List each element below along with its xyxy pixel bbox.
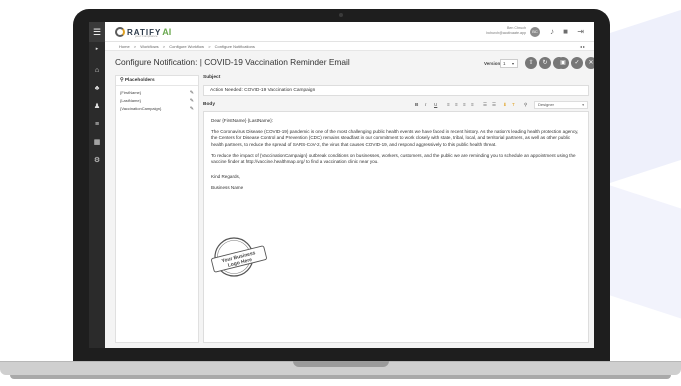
- placeholder-pin-icon[interactable]: ⚲: [524, 100, 527, 110]
- body-paragraph-1: The Coronavirus Disease (COVID-19) pande…: [211, 129, 579, 147]
- home-icon[interactable]: ⌂: [89, 66, 105, 76]
- menu-icon[interactable]: ☰: [89, 22, 105, 42]
- breadcrumb: Home > Workflows > Configure Workflow > …: [105, 42, 594, 51]
- sitemap-icon[interactable]: ♟: [89, 102, 105, 112]
- chart-icon[interactable]: ▦: [89, 138, 105, 148]
- version-label: Version: [484, 61, 501, 66]
- logout-icon[interactable]: ⇥: [577, 27, 584, 37]
- placeholders-panel: ⚲ Placeholders {FirstName} ✎ {LastName} …: [115, 75, 199, 343]
- body-toolbar: Body B I U ≡ ≡ ≡ ≡ ☰ ☰ ⬇ T ⚲ Designer ▾: [203, 100, 589, 110]
- chevron-down-icon: ▾: [582, 103, 584, 107]
- bullet-list-icon[interactable]: ☰: [483, 100, 487, 110]
- cogs-icon[interactable]: ⚙: [89, 156, 105, 166]
- breadcrumb-workflows[interactable]: Workflows: [140, 44, 158, 49]
- close-button[interactable]: ✕: [585, 57, 594, 69]
- breadcrumb-separator: >: [133, 44, 137, 49]
- body-signature: Business Name: [211, 185, 244, 191]
- placeholder-label: {FirstName}: [120, 90, 142, 95]
- designer-select[interactable]: Designer ▾: [534, 101, 588, 109]
- logo-mark: [115, 27, 125, 37]
- save-button[interactable]: ▣: [557, 57, 569, 69]
- breadcrumb-separator: >: [208, 44, 211, 49]
- color-picker-icon[interactable]: ⬇: [503, 100, 507, 110]
- camera-dot: [339, 13, 343, 17]
- expand-arrow-icon[interactable]: ▸: [89, 44, 105, 54]
- body-paragraph-2: To reduce the impact of {VaccinationCamp…: [211, 152, 576, 165]
- align-right-icon[interactable]: ≡: [463, 100, 466, 110]
- breadcrumb-configure-notifications: Configure Notifications: [214, 44, 255, 49]
- page-title-text: Configure Notification: | COVID-19 Vacci…: [115, 57, 350, 67]
- align-left-icon[interactable]: ≡: [447, 100, 450, 110]
- align-justify-icon[interactable]: ≡: [471, 100, 474, 110]
- breadcrumb-separator: >: [162, 44, 166, 49]
- placeholder-item[interactable]: {LastName} ✎: [116, 97, 198, 105]
- underline-button[interactable]: U: [434, 100, 437, 110]
- placeholder-item[interactable]: {VaccinationCampaign} ✎: [116, 105, 198, 113]
- bell-icon[interactable]: ♪: [550, 27, 554, 37]
- placeholder-item[interactable]: {FirstName} ✎: [116, 89, 198, 97]
- laptop-base-shadow: [10, 375, 671, 379]
- placeholder-label: {VaccinationCampaign}: [120, 106, 162, 111]
- page-title: Configure Notification: | COVID-19 Vacci…: [115, 57, 350, 67]
- users-icon[interactable]: ♣: [89, 84, 105, 94]
- top-bar: RATIFY AI your Compliance Ben Chruch bch…: [105, 22, 594, 42]
- edit-icon[interactable]: ✎: [190, 89, 194, 97]
- align-center-icon[interactable]: ≡: [455, 100, 458, 110]
- breadcrumb-home[interactable]: Home: [119, 44, 130, 49]
- laptop-screen: ☰ ▸ ⌂ ♣ ♟ ≡ ▦ ⚙ RATIFY AI your Complianc…: [89, 22, 594, 348]
- placeholders-header-label: Placeholders: [124, 78, 155, 83]
- edit-icon[interactable]: ✎: [190, 97, 194, 105]
- user-info[interactable]: Ben Chruch bchurch@acctivaate.app: [486, 26, 526, 36]
- scroll-arrows-icon[interactable]: ◂ ▸: [580, 42, 585, 51]
- confirm-button[interactable]: ✓: [571, 57, 583, 69]
- chat-icon[interactable]: ■: [563, 27, 568, 37]
- body-editor[interactable]: Dear {FirstName} {LastName}: The Coronav…: [203, 111, 589, 343]
- logo-tagline: your Compliance: [135, 34, 158, 38]
- stage: ☰ ▸ ⌂ ♣ ♟ ≡ ▦ ⚙ RATIFY AI your Complianc…: [0, 0, 681, 386]
- logo-ai: AI: [162, 27, 172, 37]
- designer-select-value: Designer: [538, 102, 555, 107]
- subject-label: Subject: [203, 75, 221, 80]
- list-icon[interactable]: ≡: [89, 120, 105, 130]
- refresh-button[interactable]: ↻: [539, 57, 551, 69]
- text-size-icon[interactable]: T: [512, 100, 515, 110]
- upload-button[interactable]: ⇧: [525, 57, 537, 69]
- subject-input[interactable]: Action Needed: COVID-19 Vaccination Camp…: [203, 85, 589, 96]
- editor-column: Subject Action Needed: COVID-19 Vaccinat…: [203, 75, 590, 343]
- body-greeting: Dear {FirstName} {LastName}:: [211, 118, 274, 123]
- laptop-notch: [293, 361, 389, 367]
- italic-button[interactable]: I: [425, 100, 426, 110]
- background-shape: [600, 3, 681, 187]
- placeholder-label: {LastName}: [120, 98, 141, 103]
- body-closing: Kind Regards,: [211, 174, 241, 180]
- breadcrumb-configure-workflow[interactable]: Configure Workflow: [169, 44, 204, 49]
- version-select[interactable]: 1: [500, 59, 518, 68]
- body-label: Body: [203, 102, 215, 107]
- edit-icon[interactable]: ✎: [190, 105, 194, 113]
- user-email: bchurch@acctivaate.app: [486, 31, 526, 35]
- background-shape: [610, 185, 681, 325]
- avatar[interactable]: BC: [530, 27, 540, 37]
- business-logo-stamp: Your Business Logo Here: [211, 237, 267, 277]
- numbered-list-icon[interactable]: ☰: [492, 100, 496, 110]
- pin-icon: ⚲: [120, 78, 124, 83]
- placeholders-header: ⚲ Placeholders: [116, 76, 198, 86]
- chevron-down-icon: ▾: [512, 61, 515, 66]
- title-bar: Configure Notification: | COVID-19 Vacci…: [105, 51, 594, 75]
- bold-button[interactable]: B: [415, 100, 418, 110]
